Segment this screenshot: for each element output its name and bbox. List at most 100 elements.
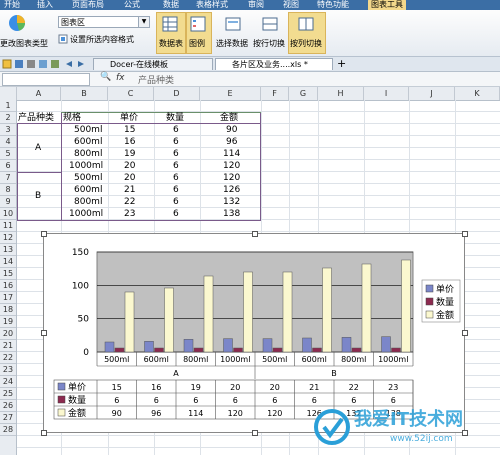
resize-handle[interactable] — [41, 330, 47, 336]
resize-handle[interactable] — [41, 231, 47, 237]
spec-cell[interactable]: 1000ml — [69, 208, 103, 220]
qty-cell[interactable]: 6 — [173, 160, 179, 172]
switch-by-row-button[interactable]: 按行切换 — [253, 38, 285, 49]
price-cell[interactable]: 20 — [124, 160, 135, 172]
row-header[interactable]: 28 — [0, 424, 16, 436]
select-all-corner[interactable] — [0, 87, 17, 100]
col-header-i[interactable]: I — [364, 87, 409, 100]
row-header[interactable]: 15 — [0, 268, 16, 280]
row-header[interactable]: 19 — [0, 316, 16, 328]
menu-special[interactable]: 特色功能 — [317, 0, 349, 10]
row-header[interactable]: 16 — [0, 280, 16, 292]
row-header[interactable]: 8 — [0, 184, 16, 196]
amount-cell[interactable]: 132 — [223, 196, 240, 208]
qty-cell[interactable]: 6 — [173, 208, 179, 220]
pie-chart-icon[interactable] — [6, 13, 32, 33]
col-header-a[interactable]: A — [17, 87, 61, 100]
switch-column-icon[interactable] — [298, 16, 314, 32]
qty-cell[interactable]: 6 — [173, 196, 179, 208]
menu-chart-tools[interactable]: 图表工具 — [368, 0, 406, 10]
col-header-b[interactable]: B — [61, 87, 108, 100]
header-price[interactable]: 单价 — [120, 112, 138, 124]
row-header[interactable]: 10 — [0, 208, 16, 220]
spec-cell[interactable]: 600ml — [74, 136, 102, 148]
row-header[interactable]: 18 — [0, 304, 16, 316]
row-header[interactable]: 22 — [0, 352, 16, 364]
menu-review[interactable]: 审阅 — [248, 0, 264, 10]
header-spec[interactable]: 规格 — [63, 112, 81, 124]
col-header-c[interactable]: C — [108, 87, 154, 100]
tab-docer[interactable]: Docer-在线模板 — [93, 58, 213, 70]
resize-handle[interactable] — [252, 430, 258, 436]
chart-element-select[interactable]: 图表区 ▼ — [58, 16, 150, 28]
col-header-e[interactable]: E — [200, 87, 261, 100]
legend-button[interactable]: 图例 — [189, 38, 205, 49]
amount-cell[interactable]: 120 — [223, 172, 240, 184]
fx-icon[interactable]: fx — [116, 73, 125, 83]
row-header[interactable]: 4 — [0, 136, 16, 148]
legend-icon[interactable] — [190, 16, 206, 32]
spec-cell[interactable]: 800ml — [74, 148, 102, 160]
row-header[interactable]: 27 — [0, 412, 16, 424]
row-header[interactable]: 21 — [0, 340, 16, 352]
resize-handle[interactable] — [462, 231, 468, 237]
price-cell[interactable]: 19 — [124, 148, 135, 160]
row-header[interactable]: 9 — [0, 196, 16, 208]
switch-by-column-button[interactable]: 按列切换 — [290, 38, 322, 49]
spec-cell[interactable]: 1000ml — [69, 160, 103, 172]
quick-access-icons[interactable] — [2, 59, 92, 69]
amount-cell[interactable]: 120 — [223, 160, 240, 172]
row-header[interactable]: 14 — [0, 256, 16, 268]
amount-cell[interactable]: 138 — [223, 208, 240, 220]
qty-cell[interactable]: 6 — [173, 124, 179, 136]
qty-cell[interactable]: 6 — [173, 148, 179, 160]
price-cell[interactable]: 23 — [124, 208, 135, 220]
amount-cell[interactable]: 126 — [223, 184, 240, 196]
amount-cell[interactable]: 90 — [226, 124, 237, 136]
data-table-button[interactable]: 数据表 — [159, 38, 183, 49]
price-cell[interactable]: 16 — [124, 136, 135, 148]
row-header[interactable]: 17 — [0, 292, 16, 304]
spec-cell[interactable]: 600ml — [74, 184, 102, 196]
row-header[interactable]: 12 — [0, 232, 16, 244]
tab-workbook[interactable]: 各片区及业务....xls * — [215, 58, 333, 70]
row-header[interactable]: 1 — [0, 100, 16, 112]
header-qty[interactable]: 数量 — [166, 112, 184, 124]
row-header[interactable]: 6 — [0, 160, 16, 172]
header-product-type[interactable]: 产品种类 — [18, 112, 54, 124]
group-b-cell[interactable]: B — [35, 190, 41, 202]
amount-cell[interactable]: 114 — [223, 148, 240, 160]
amount-cell[interactable]: 96 — [226, 136, 237, 148]
formula-input[interactable]: 产品种类 — [138, 73, 174, 86]
new-tab-button[interactable]: + — [337, 57, 346, 70]
qty-cell[interactable]: 6 — [173, 184, 179, 196]
name-box[interactable] — [2, 73, 90, 86]
group-a-cell[interactable]: A — [35, 142, 41, 154]
menu-page-layout[interactable]: 页面布局 — [72, 0, 104, 10]
row-header[interactable]: 5 — [0, 148, 16, 160]
resize-handle[interactable] — [462, 330, 468, 336]
row-header[interactable]: 3 — [0, 124, 16, 136]
row-header[interactable]: 11 — [0, 220, 16, 232]
row-header[interactable]: 26 — [0, 400, 16, 412]
col-header-j[interactable]: J — [409, 87, 455, 100]
chevron-down-icon[interactable]: ▼ — [138, 17, 149, 27]
row-header[interactable]: 20 — [0, 328, 16, 340]
qty-cell[interactable]: 6 — [173, 136, 179, 148]
col-header-g[interactable]: G — [289, 87, 318, 100]
resize-handle[interactable] — [41, 430, 47, 436]
row-header[interactable]: 13 — [0, 244, 16, 256]
data-table-icon[interactable] — [162, 16, 178, 32]
menu-insert[interactable]: 插入 — [37, 0, 53, 10]
price-cell[interactable]: 22 — [124, 196, 135, 208]
col-header-d[interactable]: D — [154, 87, 200, 100]
select-data-button[interactable]: 选择数据 — [216, 38, 248, 49]
change-chart-type-button[interactable]: 更改图表类型 — [0, 38, 48, 49]
col-header-h[interactable]: H — [318, 87, 364, 100]
select-data-icon[interactable] — [225, 16, 241, 32]
format-selection-button[interactable]: 设置所选内容格式 — [70, 34, 134, 45]
menu-home[interactable]: 开始 — [4, 0, 20, 10]
switch-row-icon[interactable] — [262, 16, 278, 32]
price-cell[interactable]: 20 — [124, 172, 135, 184]
menu-view[interactable]: 视图 — [283, 0, 299, 10]
